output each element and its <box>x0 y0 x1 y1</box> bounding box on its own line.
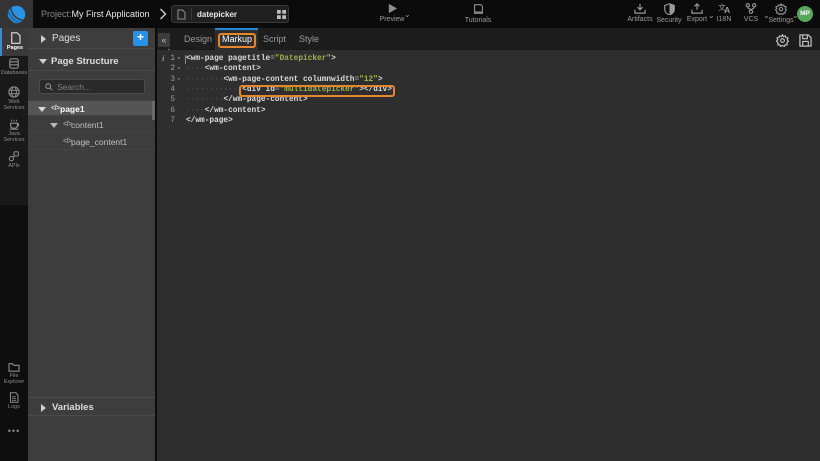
svg-text:A: A <box>724 5 730 14</box>
